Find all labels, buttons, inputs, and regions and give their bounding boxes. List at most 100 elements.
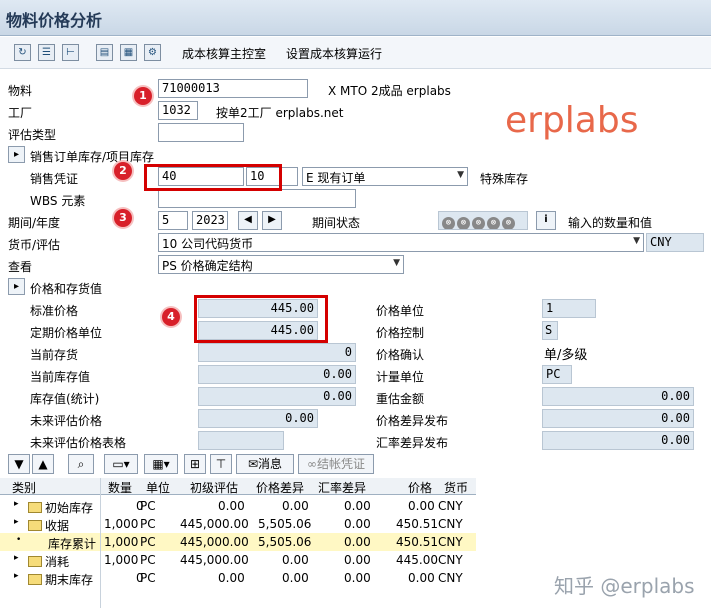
refresh-icon[interactable]: ↻ — [14, 44, 31, 61]
category-text: 初始库存 — [45, 501, 94, 515]
costing-run-button[interactable]: 设置成本核算运行 — [286, 45, 382, 62]
table-row[interactable]: ▸ 期末库存 0 PC 0.00 0.00 0.00 0.00 CNY — [0, 569, 476, 587]
info-icon[interactable]: i — [536, 211, 556, 230]
closing-document-label: 结帐凭证 — [316, 457, 365, 471]
period-status-label: 期间状态 — [312, 216, 361, 230]
expand-all-icon[interactable]: ▼ — [8, 454, 30, 474]
category-text: 消耗 — [45, 555, 70, 569]
bullet-icon: • — [16, 535, 22, 545]
view-label: 查看 — [8, 260, 33, 274]
status-icon: ⊗ — [472, 217, 485, 229]
material-input[interactable]: 71000013 — [158, 79, 308, 98]
year-input[interactable]: 2023 — [192, 211, 228, 230]
exch-diff-cell: 0.00 — [344, 499, 371, 513]
table-row[interactable]: • 库存累计 1,000 PC 445,000.00 5,505.06 0.00… — [0, 533, 476, 551]
currency-cell: CNY — [438, 535, 463, 549]
category-text: 期末库存 — [45, 573, 94, 587]
find-icon[interactable]: ⌕ — [68, 454, 94, 474]
primary-cell: 0.00 — [218, 499, 245, 513]
period-input[interactable]: 5 — [158, 211, 188, 230]
table-row[interactable]: ▸ 消耗 1,000 PC 445,000.00 0.00 0.00 445.0… — [0, 551, 476, 569]
table-row[interactable]: ▸ 收据 1,000 PC 445,000.00 5,505.06 0.00 4… — [0, 515, 476, 533]
col-primary-valuation[interactable]: 初级评估 — [190, 479, 238, 496]
primary-cell: 445,000.00 — [180, 553, 249, 567]
currency-cell: CNY — [438, 517, 463, 531]
expand-icon[interactable]: ▸ — [14, 571, 19, 581]
plant-input[interactable]: 1032 — [158, 101, 198, 120]
category-cell: 期末库存 — [28, 571, 93, 588]
category-text: 收据 — [45, 519, 70, 533]
print-icon[interactable]: ▤ — [96, 44, 113, 61]
stock-value-stat-label: 库存值(统计) — [30, 392, 100, 406]
folder-icon — [28, 574, 42, 585]
price-determination-label: 价格确认 — [376, 348, 425, 362]
status-icon: ⊗ — [502, 217, 515, 229]
hierarchy-grid-icon[interactable]: ⊤ — [210, 454, 232, 474]
col-unit[interactable]: 单位 — [146, 479, 170, 496]
list-icon[interactable]: ☰ — [38, 44, 55, 61]
status-icon: ⊗ — [442, 217, 455, 229]
col-price[interactable]: 价格 — [408, 479, 432, 496]
status-icon: ⊗ — [487, 217, 500, 229]
expand-icon[interactable]: ▸ — [14, 499, 19, 509]
expand-icon[interactable]: ▸ — [14, 553, 19, 563]
costing-cockpit-button[interactable]: 成本核算主控室 — [182, 45, 266, 62]
watermark: erplabs — [505, 100, 639, 141]
period-status-indicator: ⊗ ⊗ ⊗ ⊗ ⊗ — [438, 211, 528, 230]
wbs-input[interactable] — [158, 189, 356, 208]
exch-diff-cell: 0.00 — [344, 571, 371, 585]
currency-cell: CNY — [438, 499, 463, 513]
material-description: X MTO 2成品 erplabs — [328, 84, 451, 98]
layout-icon[interactable]: ▭▾ — [104, 454, 138, 474]
primary-cell: 445,000.00 — [180, 517, 249, 531]
table-row[interactable]: ▸ 初始库存 0 PC 0.00 0.00 0.00 0.00 CNY — [0, 497, 476, 515]
price-diff-cell: 0.00 — [282, 553, 309, 567]
collapse-price-section-icon[interactable]: ▸ — [8, 278, 25, 295]
previous-period-icon[interactable]: ◀ — [238, 211, 258, 230]
revaluation-label: 重估金额 — [376, 392, 425, 406]
category-text: 库存累计 — [48, 537, 97, 551]
price-cell: 450.51 — [396, 535, 438, 549]
plant-label: 工厂 — [8, 106, 33, 120]
view-dropdown[interactable]: PS 价格确定结构 — [158, 255, 404, 274]
valuation-type-input[interactable] — [158, 123, 244, 142]
exch-diff-cell: 0.00 — [344, 517, 371, 531]
col-quantity[interactable]: 数量 — [108, 479, 132, 496]
price-unit-label: 价格单位 — [376, 304, 425, 318]
exch-diff-post-field: 0.00 — [542, 431, 694, 450]
highlight-sales-document — [144, 164, 282, 191]
price-section-title: 价格和存货值 — [30, 282, 103, 296]
unit-cell: PC — [140, 517, 156, 531]
details-icon[interactable]: ⊞ — [184, 454, 206, 474]
special-stock-dropdown[interactable]: E 现有订单 — [302, 167, 468, 186]
price-control-label: 价格控制 — [376, 326, 425, 340]
next-period-icon[interactable]: ▶ — [262, 211, 282, 230]
export-icon[interactable]: ▦▾ — [144, 454, 178, 474]
collapse-all-icon[interactable]: ▲ — [32, 454, 54, 474]
collapse-section-icon[interactable]: ▸ — [8, 146, 25, 163]
currency-valuation-dropdown[interactable]: 10 公司代码货币 — [158, 233, 644, 252]
price-diff-post-field: 0.00 — [542, 409, 694, 428]
col-exch-diff[interactable]: 汇率差异 — [318, 479, 366, 496]
messages-button[interactable]: ✉消息 — [236, 454, 294, 474]
hierarchy-icon[interactable]: ⊢ — [62, 44, 79, 61]
window-title: 物料价格分析 — [6, 11, 103, 30]
currency-valuation-label: 货币/评估 — [8, 238, 61, 252]
expand-icon[interactable]: ▸ — [14, 517, 19, 527]
col-category[interactable]: 类别 — [12, 479, 36, 496]
price-diff-cell: 0.00 — [282, 571, 309, 585]
col-currency[interactable]: 货币 — [444, 479, 468, 496]
col-price-diff[interactable]: 价格差异 — [256, 479, 304, 496]
qty-cell: 1,000 — [104, 517, 139, 531]
settings-icon[interactable]: ⚙ — [144, 44, 161, 61]
currency-cell: CNY — [438, 571, 463, 585]
folder-icon — [28, 502, 42, 513]
table-icon[interactable]: ▦ — [120, 44, 137, 61]
folder-icon — [28, 520, 42, 531]
sales-document-label: 销售凭证 — [30, 172, 79, 186]
sales-order-section-title: 销售订单库存/项目库存 — [30, 150, 155, 164]
closing-document-button[interactable]: ∞结帐凭证 — [298, 454, 374, 474]
price-diff-cell: 5,505.06 — [258, 517, 312, 531]
price-cell: 0.00 — [408, 499, 435, 513]
category-cell: 消耗 — [28, 553, 69, 570]
